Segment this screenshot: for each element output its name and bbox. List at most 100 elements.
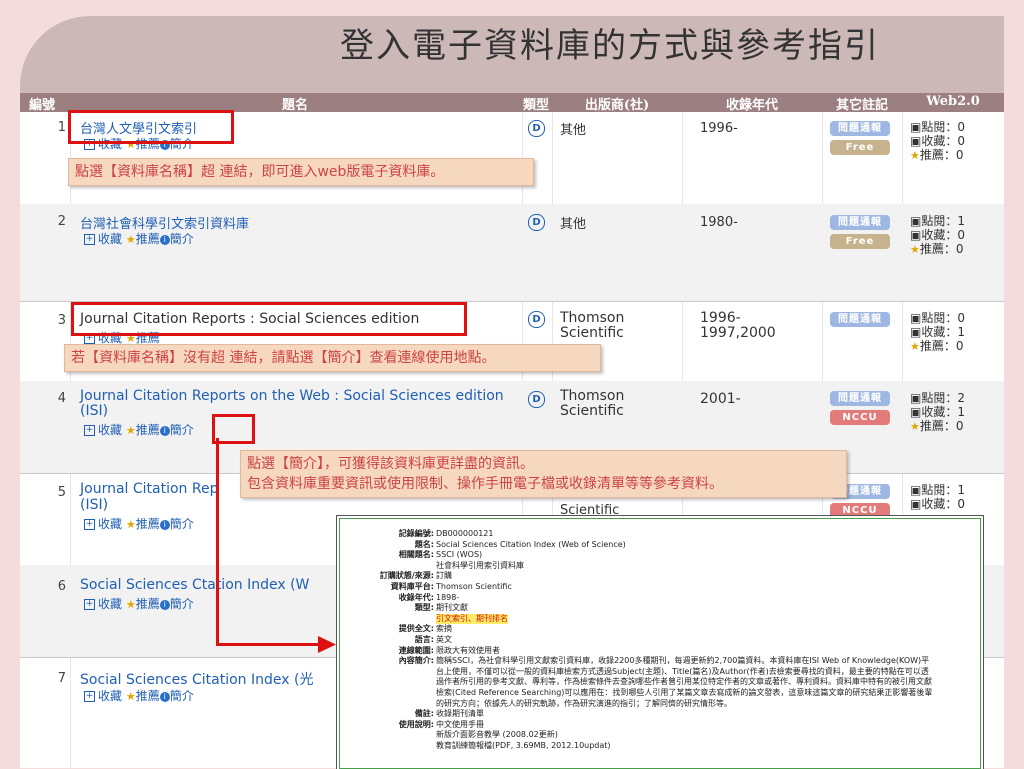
coverage-years: 1996- [700, 121, 738, 136]
popup-field-row: 檢索(Cited Reference Searching)可以應用在：找到哪些人… [340, 688, 980, 698]
popup-field-value: 1898- [436, 592, 460, 602]
database-title-link-cont[interactable]: (ISI) [80, 497, 108, 513]
plus-icon: + [84, 519, 95, 530]
database-title-link[interactable]: Journal Citation Rep [80, 481, 218, 497]
collect-link[interactable]: 收藏 [98, 232, 122, 246]
database-title-link[interactable]: Social Sciences Citation Index (光 [80, 669, 313, 689]
row-actions: + 收藏 ★推薦 i 簡介 [84, 687, 194, 704]
publisher: Thomson Scientific [560, 388, 625, 419]
report-problem-badge[interactable]: 問題通報 [830, 312, 890, 327]
popup-field-value: 簡稱SSCI，為社會科學引用文獻索引資料庫，收錄2200多種期刊，每週更新約2,… [436, 656, 930, 666]
popup-field-row: 內容簡介: 簡稱SSCI，為社會科學引用文獻索引資料庫，收錄2200多種期刊，每週… [340, 656, 980, 666]
popup-field-value: 英文 [436, 635, 452, 644]
coverage-years: 1980- [700, 215, 738, 230]
collect-link[interactable]: 收藏 [98, 597, 122, 611]
database-title-link[interactable]: Social Sciences Ctation Index (W [80, 577, 309, 593]
arrow-line [216, 438, 219, 646]
popup-field-value: 社會科學引用索引資料庫 [436, 560, 524, 570]
popup-field-row: 的研究方向；依據先人的研究軌跡，作為研究演進的指引；了解同儕的研究情形等。 [340, 699, 980, 709]
info-icon: i [159, 425, 170, 436]
report-problem-badge[interactable]: 問題通報 [830, 121, 890, 136]
info-icon: i [159, 234, 170, 245]
popup-inner-border: 記錄編號: DB000000121 題名: Social Sciences Citat… [339, 518, 981, 769]
nccu-badge: NCCU [830, 410, 890, 425]
arrow-line [216, 643, 326, 646]
intro-link[interactable]: 簡介 [170, 517, 194, 531]
popup-field-row: 使用說明: 中文使用手冊 [340, 720, 980, 730]
recommend-link[interactable]: 推薦 [136, 517, 160, 531]
database-title-link[interactable]: Journal Citation Reports on the Web : So… [80, 389, 510, 419]
popup-field-label: 題名: [414, 539, 434, 549]
highlight-box-title [68, 110, 234, 144]
star-icon: ★ [125, 598, 136, 611]
popup-field-row: 資料庫平台: Thomson Scientific [340, 582, 980, 592]
popup-field-value: SSCI (WOS) [436, 550, 483, 560]
callout-intro: 點選【簡介】，可獲得該資料庫更詳盡的資訊。 包含資料庫重要資訊或使用限制、操作手… [240, 450, 847, 498]
collect-link[interactable]: 收藏 [98, 689, 122, 703]
plus-icon: + [84, 425, 95, 436]
popup-field-value: 期刊文獻 [436, 603, 468, 613]
row-actions: + 收藏 ★推薦 i 簡介 [84, 230, 194, 247]
recommend-link[interactable]: 推薦 [136, 689, 160, 703]
web-stats: ▣點閱：1 ▣收藏：0 [910, 483, 965, 511]
recommend-link[interactable]: 推薦 [136, 423, 160, 437]
popup-field-link[interactable]: 新版介面影音教學 (2008.02更新) [436, 730, 558, 740]
popup-field-row: 收錄年代: 1898- [340, 593, 980, 603]
collect-link[interactable]: 收藏 [98, 517, 122, 531]
popup-field-value: Thomson Scientific [436, 582, 512, 591]
popup-field-value: 過作者所引用的參考文獻、專利等，作為檢索條件去查詢哪些作者曾引用某位特定作者的文… [436, 677, 932, 687]
intro-link[interactable]: 簡介 [170, 689, 194, 703]
popup-field-link[interactable]: 教育訓練簡報檔(PDF, 3.69MB, 2012.10updat) [436, 741, 611, 751]
info-icon: i [159, 599, 170, 610]
star-icon: ★ [125, 690, 136, 703]
popup-field-value: 限政大有效使用者 [436, 645, 500, 655]
row-number: 5 [57, 485, 66, 500]
popup-field-row: 相關題名: SSCI (WOS) [340, 550, 980, 560]
popup-field-row: 引文索引、期刊排名 [340, 613, 980, 624]
row-number: 1 [57, 120, 66, 135]
row-number: 4 [57, 391, 66, 406]
popup-field-label: 使用說明: [398, 719, 434, 729]
popup-field-row: 教育訓練簡報檔(PDF, 3.69MB, 2012.10updat) [340, 741, 980, 751]
report-problem-badge[interactable]: 問題通報 [830, 215, 890, 230]
popup-field-label: 相關題名: [398, 550, 434, 560]
popup-field-row: 台上使用，不僅可以從一般的資料庫檢索方式透過Subject(主題)、Title(… [340, 667, 980, 677]
popup-field-value: 的研究方向；依據先人的研究軌跡，作為研究演進的指引；了解同儕的研究情形等。 [436, 698, 732, 708]
recommend-link[interactable]: 推薦 [136, 597, 160, 611]
publisher: 其他 [560, 217, 587, 232]
report-problem-badge[interactable]: 問題通報 [830, 391, 890, 406]
info-icon: i [159, 519, 170, 530]
popup-field-label: 記錄編號: [398, 529, 434, 538]
web-stats: ▣點閱：0 ▣收藏：1 ★推薦：0 [910, 311, 965, 353]
popup-field-label: 內容簡介: [398, 656, 434, 666]
database-type-icon: D [528, 391, 545, 408]
highlight-box-title [71, 302, 467, 336]
intro-link[interactable]: 簡介 [170, 232, 194, 246]
header-notes: 其它註記 [835, 98, 888, 113]
info-icon: i [159, 691, 170, 702]
popup-field-row: 新版介面影音教學 (2008.02更新) [340, 730, 980, 740]
popup-field-label: 類型: [414, 603, 434, 613]
slide-title: 登入電子資料庫的方式與參考指引 [340, 26, 880, 66]
row-actions: + 收藏 ★推薦 i 簡介 [84, 515, 194, 532]
callout-hyperlink: 點選【資料庫名稱】超 連結，即可進入web版電子資料庫。 [68, 158, 534, 186]
popup-field-row: 訂購狀態/來源: 訂購 [340, 571, 980, 581]
popup-field-value: 訂購 [436, 571, 452, 581]
row-number: 7 [57, 671, 66, 686]
popup-field-link[interactable]: 收錄期刊清單 [436, 709, 484, 719]
publisher: 其他 [560, 123, 587, 138]
intro-link[interactable]: 簡介 [170, 423, 194, 437]
recommend-link[interactable]: 推薦 [136, 232, 160, 246]
popup-field-value: DB000000121 [436, 529, 494, 538]
plus-icon: + [84, 234, 95, 245]
collect-link[interactable]: 收藏 [98, 423, 122, 437]
intro-link[interactable]: 簡介 [170, 597, 194, 611]
database-detail-popup: 記錄編號: DB000000121 題名: Social Sciences Citat… [336, 515, 984, 769]
header-num: 編號 [28, 98, 55, 113]
header-years: 收錄年代 [725, 98, 778, 113]
popup-field-value: 引文索引、期刊排名 [436, 613, 508, 624]
popup-field-value: 檢索(Cited Reference Searching)可以應用在：找到哪些人… [436, 688, 933, 697]
callout-no-link: 若【資料庫名稱】沒有超 連結，請點選【簡介】查看連線使用地點。 [64, 344, 601, 372]
popup-field-link[interactable]: 中文使用手冊 [436, 720, 484, 730]
row-number: 3 [57, 313, 66, 328]
